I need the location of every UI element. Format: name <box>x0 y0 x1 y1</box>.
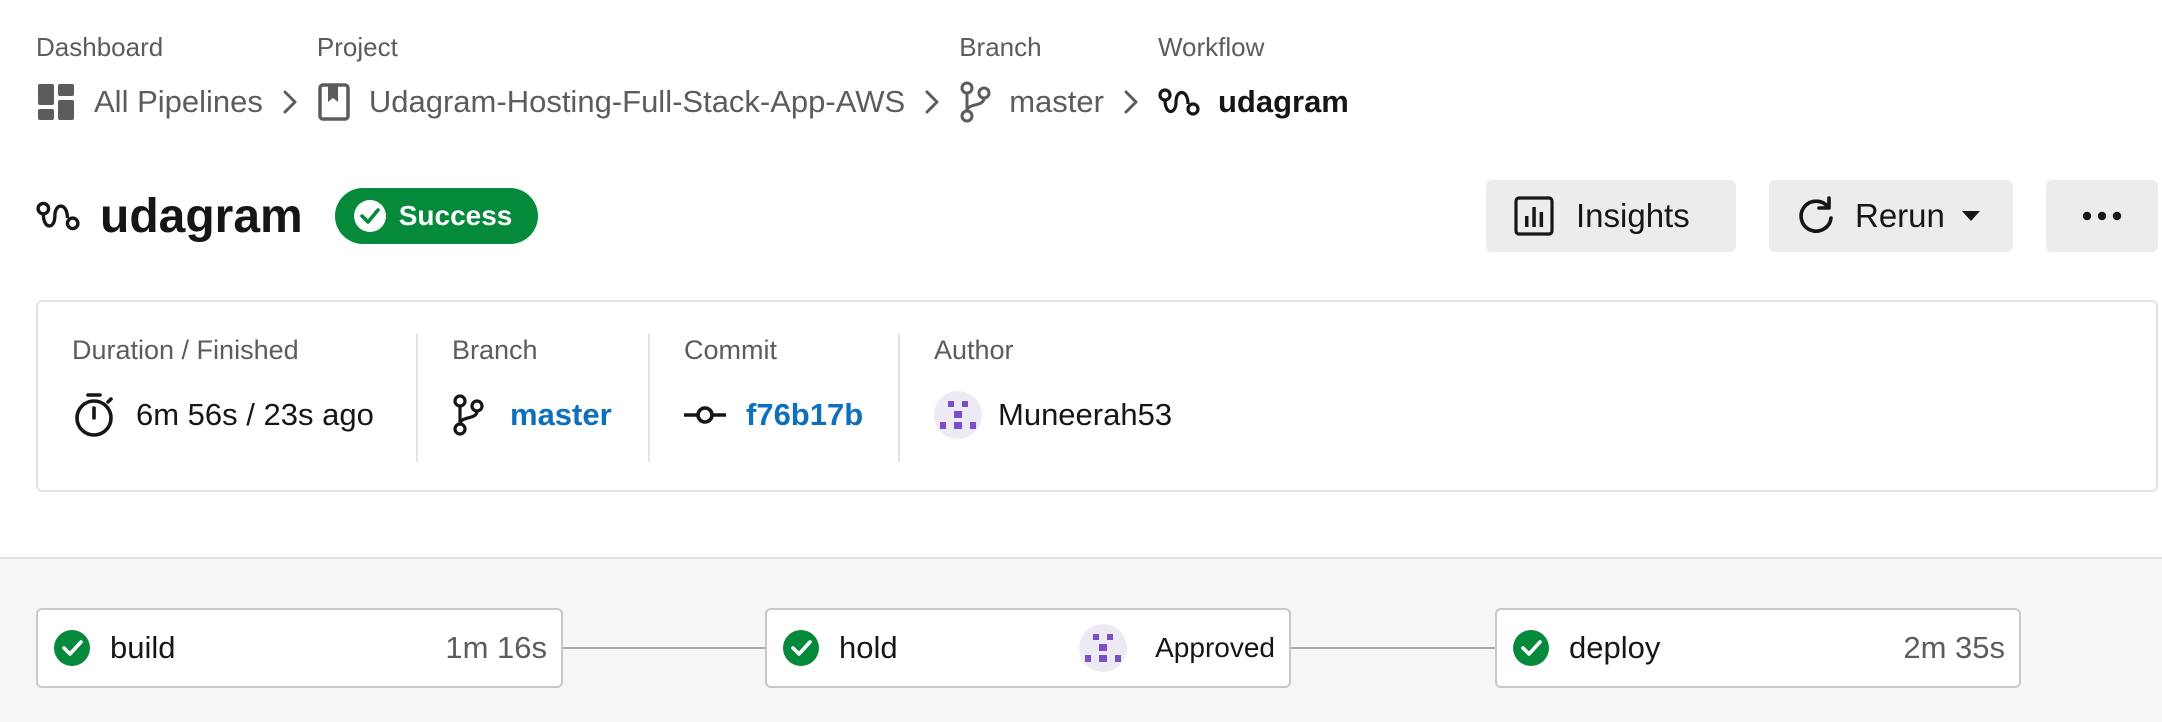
rerun-label: Rerun <box>1855 197 1945 234</box>
duration-label: Duration / Finished <box>72 335 299 365</box>
all-pipelines-link[interactable]: All Pipelines <box>36 82 263 122</box>
divider <box>898 334 900 462</box>
branch-label: Branch <box>452 335 538 365</box>
breadcrumb-workflow: Workflow udagram <box>1158 30 1349 122</box>
job-deploy[interactable]: deploy 2m 35s <box>1495 608 2021 688</box>
breadcrumb-project-label: Project <box>316 32 398 62</box>
breadcrumb-project: Project Udagram-Hosting-Full-Stack-App-A… <box>317 30 905 122</box>
page-title: udagram <box>100 189 303 243</box>
check-circle-icon <box>1513 630 1549 666</box>
author-value-row: Muneerah53 <box>934 390 1172 440</box>
breadcrumb: Dashboard All Pipelines Project Udagram-… <box>36 30 1349 123</box>
duration-value-row: 6m 56s / 23s ago <box>72 390 374 440</box>
job-build[interactable]: build 1m 16s <box>36 608 563 688</box>
duration-section: Duration / Finished 6m 56s / 23s ago <box>72 332 374 464</box>
project-name: Udagram-Hosting-Full-Stack-App-AWS <box>368 84 906 119</box>
breadcrumb-dashboard: Dashboard All Pipelines <box>36 30 263 122</box>
commit-icon <box>684 406 726 424</box>
job-name: hold <box>839 630 898 665</box>
check-circle-icon <box>783 630 819 666</box>
workflow-details-panel: Duration / Finished 6m 56s / 23s ago Bra… <box>36 300 2158 492</box>
branch-section: Branch master <box>452 332 612 464</box>
job-hold[interactable]: hold Approved <box>765 608 1291 688</box>
breadcrumb-dashboard-label: Dashboard <box>36 32 164 62</box>
branch-name: master <box>1009 84 1104 119</box>
more-options-button[interactable] <box>2046 180 2158 252</box>
workflow-name: udagram <box>1217 84 1349 119</box>
commit-hash-link[interactable]: f76b17b <box>746 397 863 433</box>
branch-icon <box>960 81 991 123</box>
approval-status: Approved <box>1155 632 1275 663</box>
more-horizontal-icon <box>2082 211 2122 221</box>
branch-value-link[interactable]: master <box>510 397 612 433</box>
job-connector <box>1291 647 1495 649</box>
workflow-icon <box>1158 88 1200 116</box>
workflow-icon <box>36 201 80 231</box>
author-label: Author <box>934 335 1014 365</box>
status-badge-label: Success <box>398 200 513 231</box>
job-duration: 2m 35s <box>1903 630 2005 665</box>
caret-down-icon <box>1961 211 1980 221</box>
refresh-icon <box>1799 196 1833 233</box>
all-pipelines-label: All Pipelines <box>94 84 263 119</box>
job-name: deploy <box>1569 630 1661 665</box>
workflow-title-group: udagram Success <box>36 186 539 246</box>
bar-chart-icon <box>1514 196 1554 236</box>
author-section: Author Muneerah53 <box>934 332 1172 464</box>
dashboard-icon <box>38 84 74 120</box>
job-duration: 1m 16s <box>445 630 547 665</box>
avatar <box>934 391 982 439</box>
chevron-right-icon <box>283 82 297 122</box>
commit-value-row: f76b17b <box>684 390 863 440</box>
chevron-right-icon <box>925 82 939 122</box>
bookmark-icon <box>318 83 350 121</box>
avatar <box>1079 624 1127 672</box>
duration-value: 6m 56s / 23s ago <box>136 397 374 432</box>
status-badge: Success <box>334 188 539 244</box>
check-circle-icon <box>353 200 386 232</box>
divider <box>416 334 418 462</box>
commit-section: Commit f76b17b <box>684 332 863 464</box>
workflow-link[interactable]: udagram <box>1158 82 1349 122</box>
branch-value-row: master <box>452 390 612 440</box>
workflow-graph: build 1m 16s hold Approved deploy 2m 35s <box>0 557 2162 722</box>
job-name: build <box>110 630 176 665</box>
stopwatch-icon <box>75 393 113 437</box>
check-circle-icon <box>54 630 90 666</box>
divider <box>648 334 650 462</box>
breadcrumb-branch: Branch master <box>959 30 1104 123</box>
author-name: Muneerah53 <box>998 397 1173 432</box>
job-connector <box>563 647 765 649</box>
branch-link[interactable]: master <box>959 81 1104 123</box>
insights-button[interactable]: Insights <box>1486 180 1736 252</box>
project-link[interactable]: Udagram-Hosting-Full-Stack-App-AWS <box>317 82 905 122</box>
commit-label: Commit <box>684 335 777 365</box>
breadcrumb-workflow-label: Workflow <box>1157 32 1265 62</box>
rerun-button[interactable]: Rerun <box>1769 180 2013 252</box>
chevron-right-icon <box>1124 82 1138 122</box>
insights-label: Insights <box>1576 197 1690 234</box>
branch-icon <box>453 394 484 436</box>
breadcrumb-branch-label: Branch <box>959 32 1042 62</box>
